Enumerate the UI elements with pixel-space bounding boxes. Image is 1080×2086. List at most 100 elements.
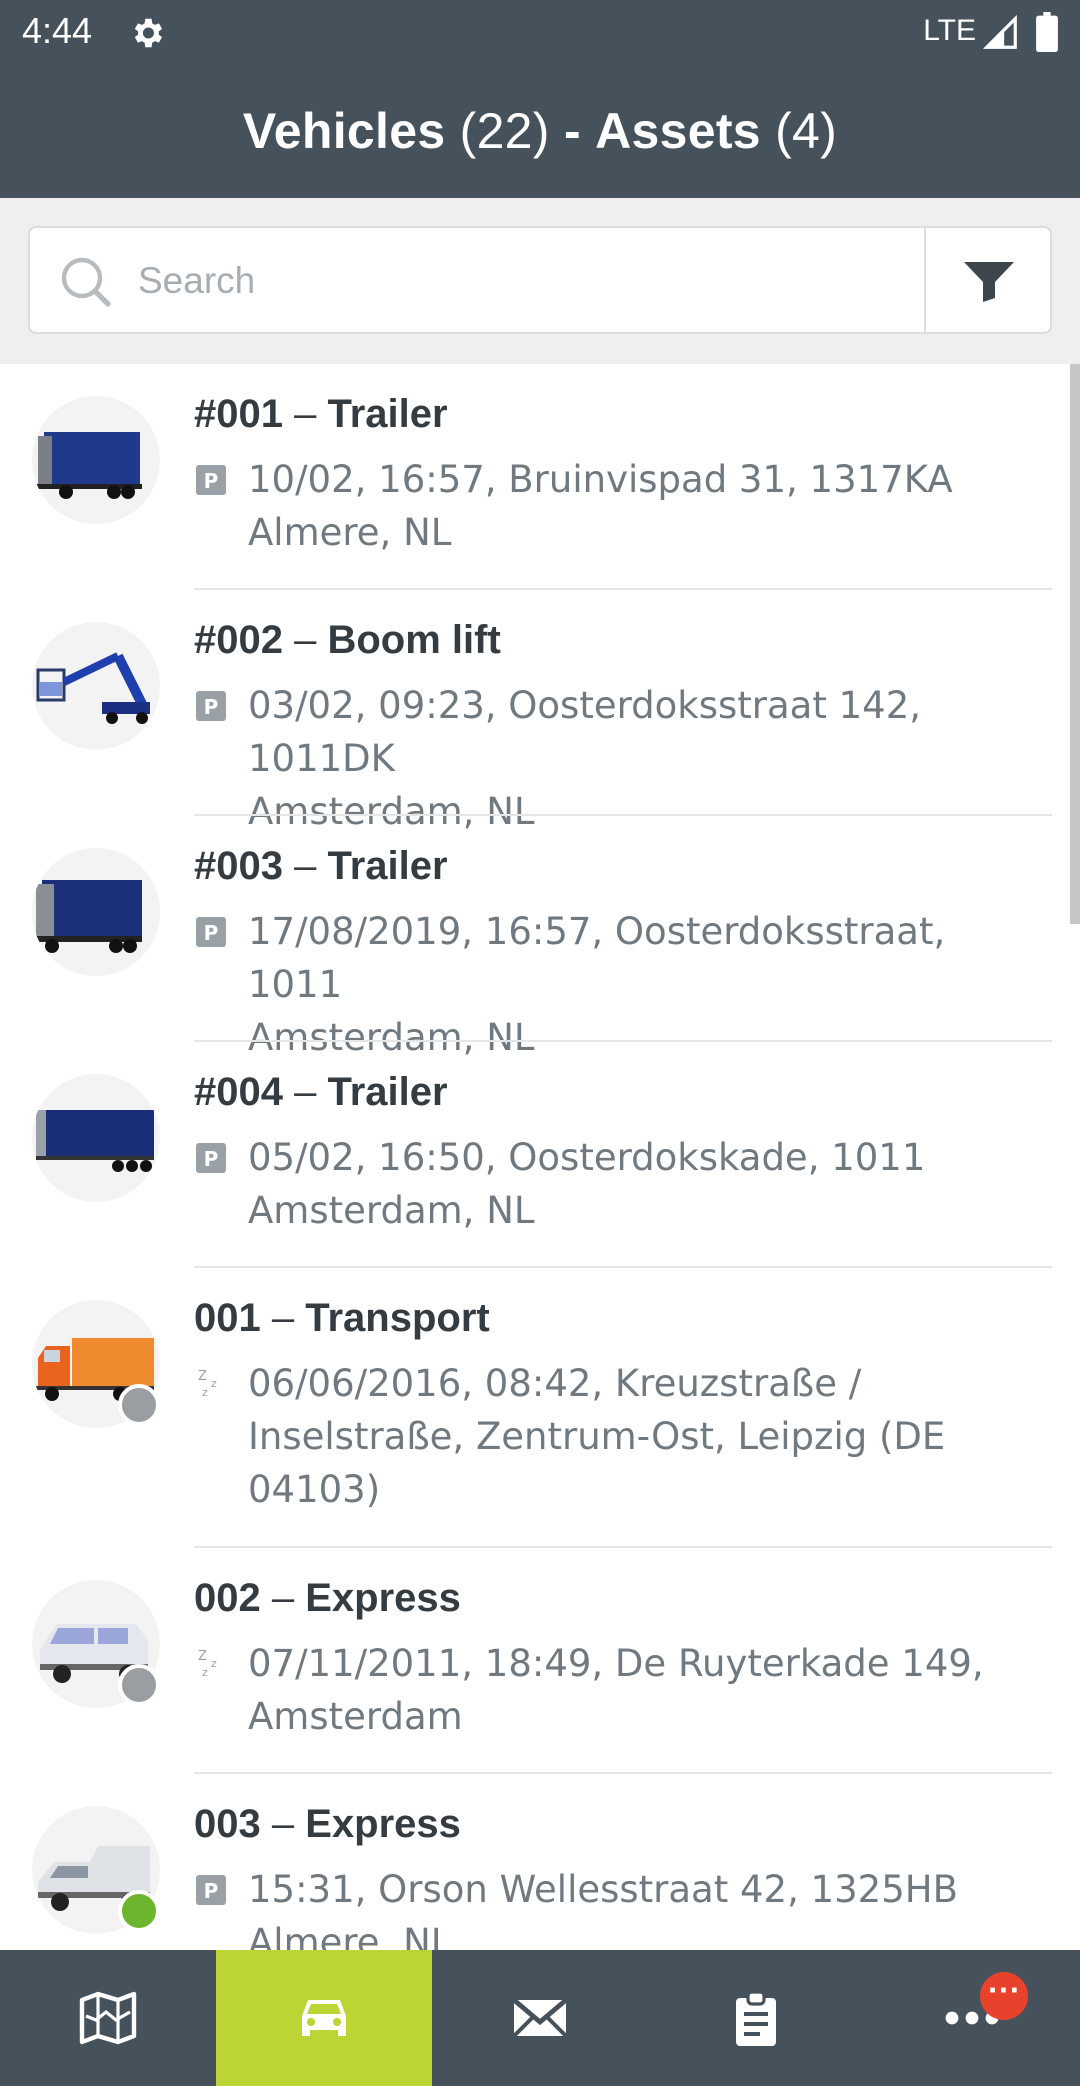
location-line: Almere, NL xyxy=(248,511,452,554)
item-title: 001 – Transport xyxy=(194,1296,490,1341)
parking-icon: P xyxy=(196,465,226,495)
item-id: #002 xyxy=(194,618,283,662)
car-icon xyxy=(302,2000,346,2036)
list-item[interactable]: 003 – Express P 15:31, Orson Wellesstraa… xyxy=(0,1774,1080,1950)
map-icon xyxy=(79,1991,137,2045)
sleep-icon: Z z z xyxy=(198,1649,217,1677)
parking-icon: P xyxy=(196,691,226,721)
location-line: Inselstraße, Zentrum-Ost, Leipzig (DE xyxy=(248,1415,946,1458)
location-line: Amsterdam xyxy=(248,1695,463,1738)
nav-more[interactable] xyxy=(864,1950,1080,2086)
parking-icon: P xyxy=(196,1143,226,1173)
title-separator: - xyxy=(563,103,581,159)
item-title: #004 – Trailer xyxy=(194,1070,448,1115)
list-item[interactable]: #003 – Trailer P 17/08/2019, 16:57, Oost… xyxy=(0,816,1080,1059)
assets-count: (4) xyxy=(775,103,838,159)
page-title: Vehicles (22) - Assets (4) xyxy=(243,102,837,160)
svg-text:z: z xyxy=(211,1657,217,1670)
search-area xyxy=(0,198,1080,364)
svg-text:z: z xyxy=(211,1377,217,1390)
item-name: Express xyxy=(305,1576,461,1620)
filter-button[interactable] xyxy=(924,228,1050,332)
title-dash: – xyxy=(260,1576,306,1620)
vehicles-label: Vehicles xyxy=(242,103,446,159)
location-line: 07/11/2011, 18:49, De Ruyterkade 149, xyxy=(248,1642,984,1685)
search-box xyxy=(28,226,1052,334)
status-dot xyxy=(118,1664,160,1706)
badge-label: ··· xyxy=(987,1976,1021,2006)
boom-lift-avatar xyxy=(32,622,160,750)
network-type: LTE xyxy=(923,14,976,47)
list-item[interactable]: #004 – Trailer P 05/02, 16:50, Oosterdok… xyxy=(0,1042,1080,1268)
parking-icon: P xyxy=(196,917,226,947)
nav-vehicles[interactable] xyxy=(216,1950,432,2086)
location-line: 17/08/2019, 16:57, Oosterdoksstraat, 101… xyxy=(248,910,946,1006)
location-line: 15:31, Orson Wellesstraat 42, 1325HB xyxy=(248,1868,958,1911)
vehicles-count: (22) xyxy=(459,103,550,159)
trailer-avatar xyxy=(32,848,160,976)
parking-icon: P xyxy=(196,1875,226,1905)
semi-trailer-avatar xyxy=(32,1074,160,1202)
signal-icon xyxy=(982,14,1017,49)
item-location: 15:31, Orson Wellesstraat 42, 1325HB Alm… xyxy=(248,1863,1048,1950)
item-name: Trailer xyxy=(327,1070,448,1114)
list-item[interactable]: 001 – Transport Z z z 06/06/2016, 08:42,… xyxy=(0,1268,1080,1548)
item-title: #001 – Trailer xyxy=(194,392,448,437)
title-dash: – xyxy=(282,1070,328,1114)
status-dot xyxy=(118,1890,160,1932)
item-name: Express xyxy=(305,1802,461,1846)
filter-icon xyxy=(964,262,1014,302)
search-input[interactable] xyxy=(138,246,898,316)
title-dash: – xyxy=(260,1802,306,1846)
title-dash: – xyxy=(282,392,328,436)
item-name: Trailer xyxy=(327,392,448,436)
scrollbar[interactable] xyxy=(1070,364,1080,924)
item-title: 002 – Express xyxy=(194,1576,461,1621)
item-name: Transport xyxy=(305,1296,490,1340)
nav-map[interactable] xyxy=(0,1950,216,2086)
nav-tasks[interactable] xyxy=(648,1950,864,2086)
item-id: 002 xyxy=(194,1576,261,1620)
svg-text:P: P xyxy=(204,469,219,493)
svg-text:Z: Z xyxy=(198,1649,207,1664)
trailer-avatar xyxy=(32,396,160,524)
settings-gear-icon xyxy=(134,18,163,48)
location-line: 05/02, 16:50, Oosterdokskade, 1011 xyxy=(248,1136,926,1179)
item-name: Boom lift xyxy=(327,618,501,662)
bottom-nav: ··· xyxy=(0,1950,1080,2086)
svg-text:P: P xyxy=(204,695,219,719)
item-id: 001 xyxy=(194,1296,261,1340)
item-location: 07/11/2011, 18:49, De Ruyterkade 149, Am… xyxy=(248,1637,1048,1743)
item-title: #002 – Boom lift xyxy=(194,618,501,663)
svg-text:z: z xyxy=(202,1666,208,1677)
nav-messages[interactable] xyxy=(432,1950,648,2086)
notification-badge: ··· xyxy=(980,1972,1028,2020)
item-title: #003 – Trailer xyxy=(194,844,448,889)
app-header: Vehicles (22) - Assets (4) xyxy=(0,66,1080,198)
title-dash: – xyxy=(260,1296,306,1340)
item-id: #003 xyxy=(194,844,283,888)
location-line: 04103) xyxy=(248,1468,381,1511)
item-id: 003 xyxy=(194,1802,261,1846)
location-line: Almere, NL xyxy=(248,1921,452,1950)
item-title: 003 – Express xyxy=(194,1802,461,1847)
list-item[interactable]: #001 – Trailer P 10/02, 16:57, Bruinvisp… xyxy=(0,364,1080,590)
list-item[interactable]: 002 – Express Z z z 07/11/2011, 18:49, D… xyxy=(0,1548,1080,1774)
title-dash: – xyxy=(282,618,328,662)
search-icon xyxy=(61,257,111,307)
status-bar: 4:44 LTE xyxy=(0,0,1080,66)
location-line: 10/02, 16:57, Bruinvispad 31, 1317KA xyxy=(248,458,953,501)
svg-text:P: P xyxy=(204,1879,219,1903)
mail-icon xyxy=(512,1998,568,2038)
clipboard-icon xyxy=(736,1990,776,2046)
list-item[interactable]: #002 – Boom lift P 03/02, 09:23, Oosterd… xyxy=(0,590,1080,833)
svg-text:Z: Z xyxy=(198,1369,207,1384)
item-id: #004 xyxy=(194,1070,283,1114)
battery-icon xyxy=(1036,12,1058,52)
status-dot xyxy=(118,1384,160,1426)
location-line: 06/06/2016, 08:42, Kreuzstraße / xyxy=(248,1362,862,1405)
svg-text:z: z xyxy=(202,1386,208,1397)
status-time: 4:44 xyxy=(22,10,93,51)
svg-text:P: P xyxy=(204,921,219,945)
svg-text:P: P xyxy=(204,1147,219,1171)
